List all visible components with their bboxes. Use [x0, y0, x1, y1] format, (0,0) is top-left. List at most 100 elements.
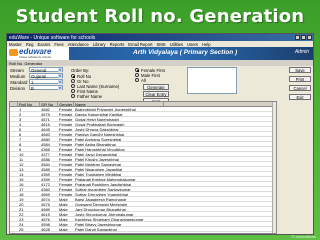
- row-selector[interactable]: [10, 107, 18, 111]
- all-label: All: [141, 77, 146, 83]
- row-selector[interactable]: [10, 197, 18, 201]
- table-cell: 19: [19, 197, 24, 201]
- row-selector[interactable]: [10, 217, 18, 221]
- menu-item-reports[interactable]: Reports: [110, 42, 125, 47]
- table-cell: Female: [59, 172, 73, 176]
- medium-select[interactable]: Gujarati ▾: [29, 73, 63, 79]
- cancel-button[interactable]: Cancel: [289, 85, 311, 91]
- all-radio[interactable]: [135, 78, 139, 82]
- table-row[interactable]: 25 4628 Male Patel Dandi Sanjaybhai: [10, 227, 276, 232]
- row-selector[interactable]: [10, 172, 18, 176]
- menu-item-users[interactable]: Users: [187, 42, 198, 47]
- table-cell: 1: [19, 107, 22, 111]
- menu-item-exams[interactable]: Exams: [38, 42, 51, 47]
- table-cell: Male: [59, 202, 68, 206]
- menu-item-library[interactable]: Library: [93, 42, 106, 47]
- table-cell: Female: [59, 142, 73, 146]
- order-firstname-radio[interactable]: [71, 89, 75, 93]
- table-cell: 4584: [41, 162, 50, 166]
- row-selector[interactable]: [10, 202, 18, 206]
- stream-label: Stream: [10, 68, 24, 73]
- row-selector[interactable]: [10, 122, 18, 126]
- table-cell: Female: [59, 117, 73, 121]
- table-cell: Patel Trushaben Minitbhai: [75, 172, 122, 176]
- table-cell: Male: [59, 222, 68, 226]
- row-selector[interactable]: [10, 152, 18, 156]
- row-selector[interactable]: [10, 212, 18, 216]
- order-lastname-radio[interactable]: [71, 84, 75, 88]
- row-selector[interactable]: [10, 157, 18, 161]
- table-cell: Patel Harushbhai Vinodbhai: [75, 147, 125, 151]
- male-first-radio[interactable]: [135, 73, 139, 77]
- stream-select[interactable]: General ▾: [29, 67, 63, 73]
- selection-listbox[interactable]: [187, 67, 237, 94]
- menu-item-help[interactable]: Help: [202, 42, 211, 47]
- print-button[interactable]: Print: [289, 76, 311, 82]
- standard-select[interactable]: 1 ▾: [29, 79, 63, 85]
- row-selector[interactable]: [10, 207, 18, 211]
- row-selector[interactable]: [10, 182, 18, 186]
- table-cell: 16: [19, 182, 24, 186]
- row-selector[interactable]: [10, 227, 18, 231]
- generate-button[interactable]: Generate: [143, 84, 169, 90]
- grid-col-name[interactable]: Name: [74, 102, 164, 107]
- row-selector[interactable]: [10, 177, 18, 181]
- row-selector[interactable]: [10, 142, 18, 146]
- female-first-radio[interactable]: [135, 68, 139, 72]
- row-selector[interactable]: [10, 192, 18, 196]
- row-selector[interactable]: [10, 127, 18, 131]
- row-selector[interactable]: [10, 187, 18, 191]
- grid-scrollbar[interactable]: [272, 102, 276, 233]
- menu-item-utilities[interactable]: Utilities: [170, 42, 184, 47]
- order-grno-radio[interactable]: [71, 79, 75, 83]
- table-cell: 24: [19, 222, 24, 226]
- row-selector[interactable]: [10, 137, 18, 141]
- minimize-icon[interactable]: [295, 35, 300, 40]
- row-selector[interactable]: [10, 222, 18, 226]
- table-cell: Brahmbhatt Priyanshi Jigneshbhai: [75, 107, 136, 111]
- menu-item-sms[interactable]: SMS: [157, 42, 166, 47]
- table-cell: 4598: [41, 222, 50, 226]
- table-cell: 18: [19, 192, 24, 196]
- order-rollno-radio[interactable]: [71, 74, 75, 78]
- menu-item-attendance[interactable]: Attendance: [68, 42, 89, 47]
- table-cell: Patel Astha Bharatbhai: [75, 142, 116, 146]
- table-cell: Female: [59, 112, 73, 116]
- table-cell: Pandya Gandhi Nareshbhai: [75, 132, 125, 136]
- table-cell: Male: [59, 217, 68, 221]
- table-cell: 4360: [41, 187, 50, 191]
- grid-col-grno[interactable]: GR No: [40, 102, 58, 107]
- row-selector[interactable]: [10, 162, 18, 166]
- order-fathername-radio[interactable]: [71, 94, 75, 98]
- table-cell: Female: [59, 152, 73, 156]
- table-cell: 4580: [41, 137, 50, 141]
- table-cell: 4359: [41, 177, 50, 181]
- table-cell: 4615: [41, 122, 50, 126]
- menu-item-fees[interactable]: Fees: [54, 42, 63, 47]
- table-cell: Barsi Jagadeesh Ramchandr: [75, 197, 127, 201]
- menu-item-email-report[interactable]: Email Report: [128, 42, 152, 47]
- row-selector[interactable]: [10, 147, 18, 151]
- grid-col-gender[interactable]: Gender: [58, 102, 74, 107]
- menu-item-reg[interactable]: Reg: [26, 42, 34, 47]
- row-selector[interactable]: [10, 117, 18, 121]
- row-selector[interactable]: [10, 132, 18, 136]
- row-selector[interactable]: [10, 167, 18, 171]
- menu-item-master[interactable]: Master: [9, 42, 22, 47]
- table-cell: Joshi Dhruva Dakshbhai: [75, 127, 119, 131]
- table-cell: 4615: [41, 212, 50, 216]
- table-cell: Gosai Hetvi Narendragiri: [75, 117, 119, 121]
- save-button[interactable]: Save: [289, 67, 311, 73]
- clear-entry-button[interactable]: Clear Entry: [143, 91, 169, 97]
- grid-col-rollno[interactable]: Roll No: [18, 102, 40, 107]
- row-selector[interactable]: [10, 112, 18, 116]
- maximize-icon[interactable]: [301, 35, 306, 40]
- table-cell: 7: [19, 137, 22, 141]
- table-cell: Gosai Prabhakari Bichyagiri: [75, 122, 125, 126]
- table-cell: 13: [19, 167, 24, 171]
- close-icon[interactable]: [307, 35, 312, 40]
- exit-button[interactable]: Exit: [289, 94, 311, 100]
- grid-col-index[interactable]: [10, 102, 18, 106]
- division-select[interactable]: B ▾: [29, 85, 63, 91]
- order-fathername-label: Father Name: [77, 93, 103, 99]
